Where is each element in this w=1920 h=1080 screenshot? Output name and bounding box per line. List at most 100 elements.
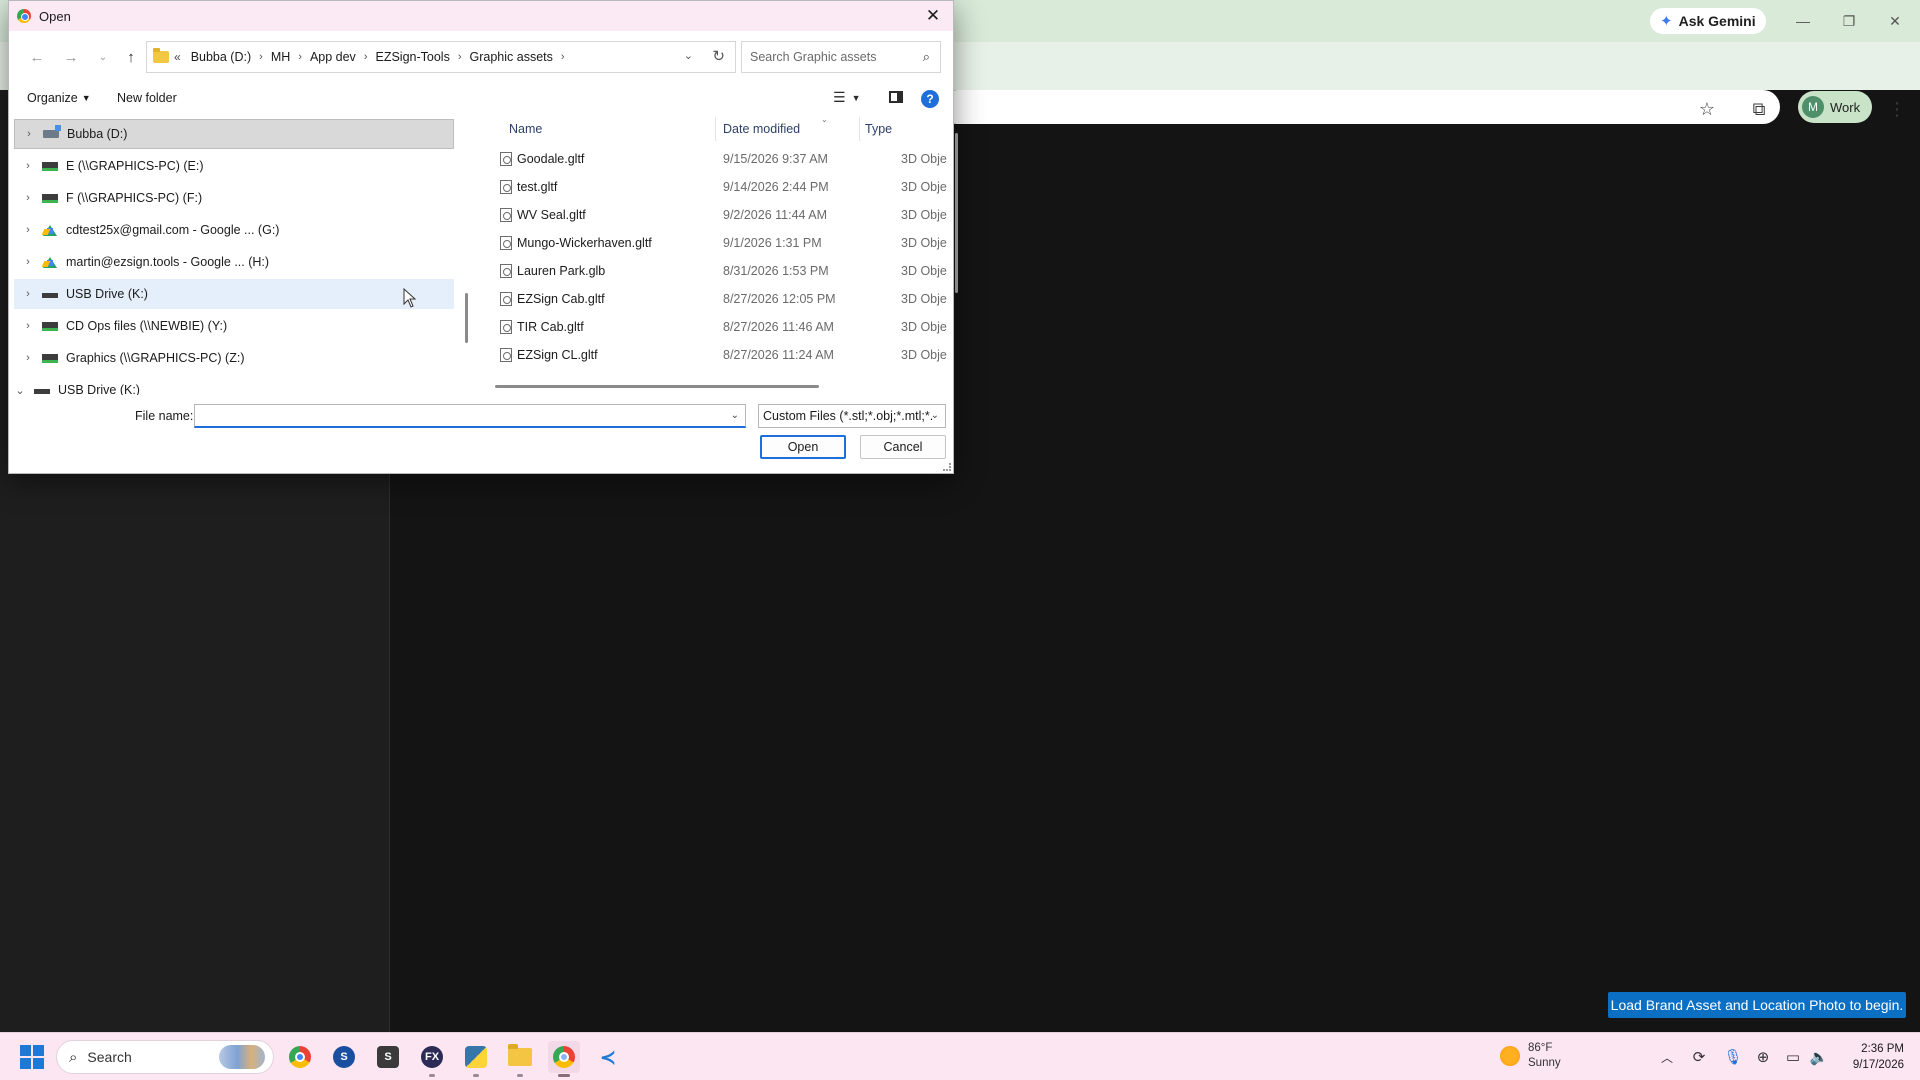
breadcrumb-separator-icon[interactable]: › (454, 51, 466, 63)
file-row[interactable]: Mungo-Wickerhaven.gltf 9/1/2026 1:31 PM … (483, 229, 947, 257)
chevron-right-icon[interactable]: › (14, 224, 42, 236)
nav-item-drive-h[interactable]: › martin@ezsign.tools - Google ... (H:) (14, 247, 454, 277)
breadcrumb-separator-icon[interactable]: › (255, 51, 267, 63)
nav-pane-scrollbar[interactable] (465, 293, 468, 343)
file-name-combobox[interactable]: ⌄ (194, 404, 746, 428)
chevron-right-icon[interactable]: › (14, 352, 42, 364)
chevron-down-icon: ⌄ (930, 410, 939, 421)
kebab-menu-icon[interactable]: ⋮ (1882, 94, 1912, 124)
nav-item-drive-e[interactable]: › E (\\GRAPHICS-PC) (E:) (14, 151, 454, 181)
file-name-input[interactable] (195, 405, 715, 426)
file-row[interactable]: WV Seal.gltf 9/2/2026 11:44 AM 3D Object (483, 201, 947, 229)
weather-widget[interactable]: 86°F Sunny (1500, 1041, 1561, 1071)
chrome-app-icon[interactable] (284, 1041, 316, 1073)
vscode-app-icon[interactable]: ≺ (592, 1041, 624, 1073)
breadcrumb-item[interactable]: Graphic assets (466, 50, 557, 64)
ask-gemini-button[interactable]: ✦ Ask Gemini (1650, 8, 1766, 34)
vpn-globe-icon[interactable]: ⊕ (1752, 1046, 1774, 1068)
nav-item-drive-f[interactable]: › F (\\GRAPHICS-PC) (F:) (14, 183, 454, 213)
profile-button[interactable]: M Work (1798, 91, 1873, 123)
column-divider[interactable] (715, 117, 716, 141)
app-icon-s[interactable]: S (372, 1041, 404, 1073)
file-row[interactable]: EZSign CL.gltf 8/27/2026 11:24 AM 3D Obj… (483, 341, 947, 369)
nav-item-drive-g[interactable]: › cdtest25x@gmail.com - Google ... (G:) (14, 215, 454, 245)
file-row[interactable]: Goodale.gltf 9/15/2026 9:37 AM 3D Object (483, 145, 947, 173)
chevron-right-icon[interactable]: › (14, 160, 42, 172)
file-row[interactable]: TIR Cab.gltf 8/27/2026 11:46 AM 3D Objec… (483, 313, 947, 341)
app-icon-blue-globe[interactable]: S (328, 1041, 360, 1073)
dialog-close-icon[interactable]: ✕ (913, 1, 953, 31)
breadcrumb-item[interactable]: MH (267, 50, 294, 64)
new-folder-button[interactable]: New folder (117, 91, 177, 105)
search-box[interactable]: ⌕ (741, 41, 941, 73)
column-header-name[interactable]: Name (509, 122, 542, 136)
network-icon[interactable]: ▭ (1782, 1046, 1804, 1068)
preview-pane-icon[interactable] (889, 91, 903, 103)
restore-icon[interactable]: ❐ (1826, 8, 1872, 34)
nav-item-bubba-d[interactable]: › Bubba (D:) (14, 119, 454, 149)
chevron-right-icon[interactable]: › (15, 128, 43, 140)
breadcrumb-separator-icon[interactable]: › (294, 51, 306, 63)
change-view-button[interactable]: ☰ ▼ (833, 89, 860, 106)
chevron-right-icon[interactable]: › (14, 288, 42, 300)
microphone-icon[interactable]: 🎙 (1722, 1046, 1744, 1068)
refresh-icon[interactable]: ↻ (712, 47, 725, 65)
taskbar-search[interactable]: ⌕ Search (56, 1040, 274, 1074)
ask-gemini-label: Ask Gemini (1678, 13, 1756, 29)
bookmark-star-icon[interactable]: ☆ (1692, 94, 1722, 124)
chevron-down-icon[interactable]: ⌄ (731, 410, 739, 421)
help-icon[interactable]: ? (921, 90, 939, 108)
dialog-titlebar: Open ✕ (9, 1, 953, 31)
column-divider[interactable] (859, 117, 860, 141)
file-list-horizontal-scrollbar[interactable] (495, 385, 819, 388)
chevron-down-icon[interactable]: ⌄ (10, 384, 34, 396)
file-type-select[interactable]: Custom Files (*.stl;*.obj;*.mtl;*. ⌄ (758, 404, 946, 428)
breadcrumb-separator-icon[interactable]: › (557, 51, 569, 63)
search-icon[interactable]: ⌕ (923, 49, 930, 65)
minimize-icon[interactable]: — (1780, 8, 1826, 34)
extensions-icon[interactable]: ⧉ (1744, 94, 1774, 124)
forward-arrow-icon[interactable]: → (59, 45, 83, 69)
file-type: 3D Object (901, 180, 947, 194)
nav-item-usb-drive-k[interactable]: › USB Drive (K:) (14, 279, 454, 309)
address-bar[interactable] (940, 90, 1780, 124)
open-button[interactable]: Open (760, 435, 846, 459)
file-list-vertical-scrollbar[interactable] (955, 133, 958, 293)
chevron-up-icon[interactable]: ︿ (1656, 1046, 1678, 1068)
nav-item-drive-y[interactable]: › CD Ops files (\\NEWBIE) (Y:) (14, 311, 454, 341)
recent-locations-chevron-icon[interactable]: ⌄ (91, 45, 115, 69)
breadcrumb[interactable]: « Bubba (D:) › MH › App dev › EZSign-Too… (146, 41, 736, 73)
close-window-icon[interactable]: ✕ (1872, 8, 1918, 34)
volume-icon[interactable]: 🔈 (1808, 1046, 1830, 1068)
breadcrumb-item[interactable]: Bubba (D:) (187, 50, 255, 64)
breadcrumb-item[interactable]: EZSign-Tools (371, 50, 453, 64)
file-row[interactable]: Lauren Park.glb 8/31/2026 1:53 PM 3D Obj… (483, 257, 947, 285)
taskbar-clock[interactable]: 2:36 PM 9/17/2026 (1842, 1041, 1904, 1073)
chevron-right-icon[interactable]: › (14, 192, 42, 204)
back-arrow-icon[interactable]: ← (25, 45, 49, 69)
address-history-chevron-icon[interactable]: ⌄ (684, 49, 693, 62)
breadcrumb-item[interactable]: App dev (306, 50, 360, 64)
breadcrumb-separator-icon[interactable]: › (360, 51, 372, 63)
cancel-button[interactable]: Cancel (860, 435, 946, 459)
resize-grip[interactable] (943, 463, 951, 471)
python-app-icon[interactable] (460, 1041, 492, 1077)
clock-date: 9/17/2026 (1852, 1059, 1904, 1071)
breadcrumb-overflow[interactable]: « (174, 50, 181, 64)
app-icon-fx[interactable]: FX (416, 1041, 448, 1077)
sync-icon[interactable]: ⟳ (1688, 1046, 1710, 1068)
nav-item-usb-drive-k-expanded[interactable]: ⌄ USB Drive (K:) (10, 375, 446, 395)
search-input[interactable] (750, 50, 910, 64)
organize-button[interactable]: Organize ▼ (27, 91, 91, 105)
file-row[interactable]: EZSign Cab.gltf 8/27/2026 12:05 PM 3D Ob… (483, 285, 947, 313)
chevron-right-icon[interactable]: › (14, 320, 42, 332)
file-explorer-icon[interactable] (504, 1041, 536, 1077)
column-header-type[interactable]: Type (865, 122, 892, 136)
chevron-right-icon[interactable]: › (14, 256, 42, 268)
column-header-date[interactable]: Date modified (723, 122, 800, 136)
chrome-app-icon-active[interactable] (548, 1041, 580, 1077)
file-row[interactable]: test.gltf 9/14/2026 2:44 PM 3D Object (483, 173, 947, 201)
windows-start-icon[interactable] (20, 1045, 44, 1069)
up-arrow-icon[interactable]: ↑ (119, 45, 143, 69)
nav-item-drive-z[interactable]: › Graphics (\\GRAPHICS-PC) (Z:) (14, 343, 454, 373)
